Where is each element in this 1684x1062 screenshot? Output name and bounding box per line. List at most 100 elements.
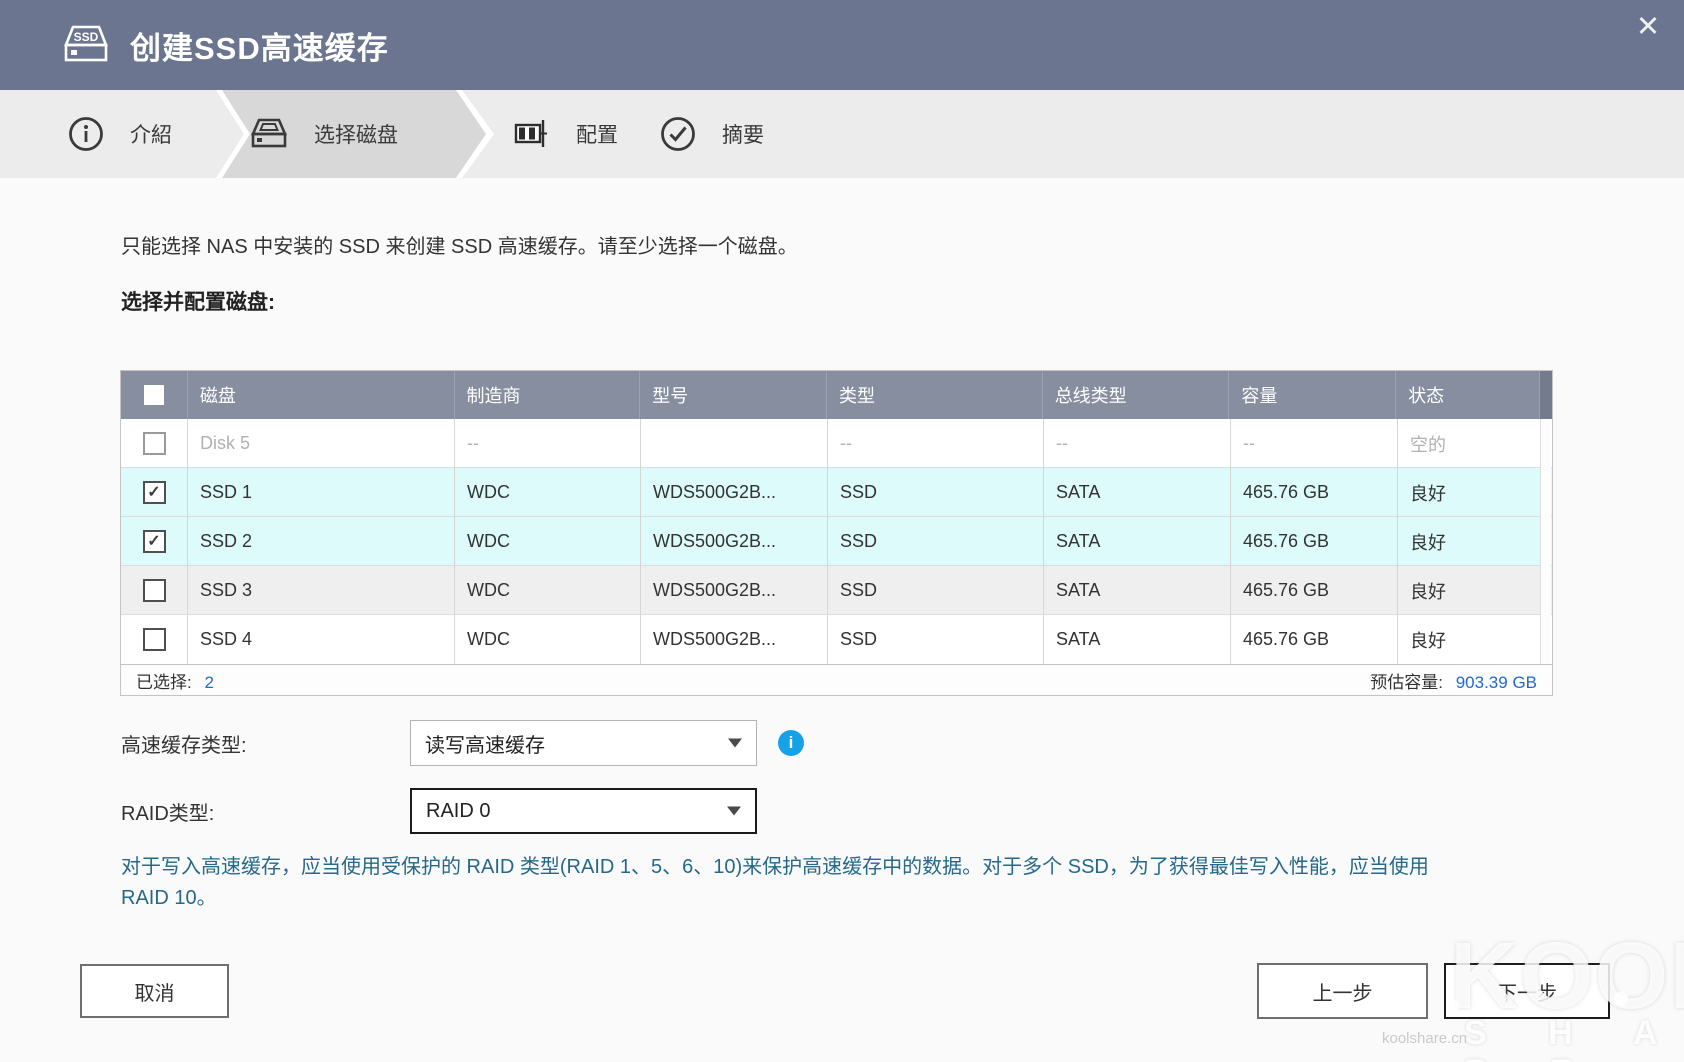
info-icon[interactable]: i xyxy=(778,730,804,756)
cache-type-value: 读写高速缓存 xyxy=(425,729,545,758)
cell-disk: Disk 5 xyxy=(188,419,455,468)
checkbox-checked: ✓ xyxy=(143,481,166,504)
watermark-dot xyxy=(1614,992,1628,1006)
cell-capacity: 465.76 GB xyxy=(1231,615,1398,664)
step-configure[interactable]: 配置 xyxy=(510,90,618,178)
cell-status: 良好 xyxy=(1398,517,1542,566)
table-scrollbar[interactable] xyxy=(1540,419,1551,664)
cell-disk: SSD 2 xyxy=(188,517,455,566)
cell-status: 良好 xyxy=(1398,468,1542,517)
cell-capacity: 465.76 GB xyxy=(1231,468,1398,517)
disk-table: 磁盘 制造商 型号 类型 总线类型 容量 状态 Disk 5--------空的… xyxy=(120,370,1553,696)
check-circle-icon xyxy=(658,114,698,154)
cancel-button[interactable]: 取消 xyxy=(80,964,229,1018)
cell-type: SSD xyxy=(828,517,1044,566)
table-row[interactable]: ✓SSD 2WDCWDS500G2B...SSDSATA465.76 GB良好 xyxy=(121,517,1552,566)
section-heading: 选择并配置磁盘: xyxy=(121,286,275,316)
cell-bus: -- xyxy=(1044,419,1231,468)
cell-model: WDS500G2B... xyxy=(641,566,828,615)
ssd-cache-wizard-dialog: SSD 创建SSD高速缓存 ✕ 介紹 选择 xyxy=(0,0,1684,1062)
cell-vendor: WDC xyxy=(455,468,641,517)
checkbox-unchecked xyxy=(143,579,166,602)
cell-bus: SATA xyxy=(1044,468,1231,517)
step-intro[interactable]: 介紹 xyxy=(66,90,172,178)
cell-model: WDS500G2B... xyxy=(641,615,828,664)
cell-disk: SSD 1 xyxy=(188,468,455,517)
wizard-steps: 介紹 选择磁盘 配置 xyxy=(0,90,1684,178)
chevron-down-icon xyxy=(727,807,741,816)
cell-type: -- xyxy=(828,419,1044,468)
cell-disk: SSD 4 xyxy=(188,615,455,664)
dialog-title: 创建SSD高速缓存 xyxy=(130,23,389,68)
cell-capacity: 465.76 GB xyxy=(1231,517,1398,566)
cell-type: SSD xyxy=(828,468,1044,517)
step-select-disks[interactable]: 选择磁盘 xyxy=(248,90,398,178)
checkbox-unchecked xyxy=(143,432,166,455)
checkbox-unchecked xyxy=(143,628,166,651)
previous-button[interactable]: 上一步 xyxy=(1257,963,1428,1019)
table-footer: 已选择: 2 预估容量: 903.39 GB xyxy=(121,664,1552,695)
chevron-down-icon xyxy=(728,739,742,748)
estimate-value: 903.39 GB xyxy=(1456,673,1537,692)
checkbox-box xyxy=(144,385,164,405)
step-label: 配置 xyxy=(576,119,618,149)
step-label: 选择磁盘 xyxy=(314,119,398,149)
checkbox-checked: ✓ xyxy=(143,530,166,553)
table-row[interactable]: SSD 4WDCWDS500G2B...SSDSATA465.76 GB良好 xyxy=(121,615,1552,664)
cache-type-select[interactable]: 读写高速缓存 xyxy=(410,720,757,766)
selected-count: 已选择: 2 xyxy=(136,668,214,693)
cache-type-label: 高速缓存类型: xyxy=(121,720,247,766)
table-row[interactable]: Disk 5--------空的 xyxy=(121,419,1552,468)
cell-type: SSD xyxy=(828,566,1044,615)
cell-model xyxy=(641,419,828,468)
cell-vendor: WDC xyxy=(455,566,641,615)
drive-icon xyxy=(248,114,290,154)
row-checkbox[interactable]: ✓ xyxy=(121,468,188,517)
step-label: 介紹 xyxy=(130,119,172,149)
row-checkbox[interactable] xyxy=(121,419,188,468)
cell-capacity: 465.76 GB xyxy=(1231,566,1398,615)
select-all-checkbox[interactable] xyxy=(121,371,188,419)
estimate-label: 预估容量: xyxy=(1370,673,1443,692)
cell-vendor: WDC xyxy=(455,615,641,664)
raid-type-label: RAID类型: xyxy=(121,788,214,834)
watermark-share: S H A R E xyxy=(1464,1014,1684,1062)
next-button[interactable]: 下一步 xyxy=(1444,963,1610,1019)
row-checkbox[interactable] xyxy=(121,615,188,664)
col-bus[interactable]: 总线类型 xyxy=(1043,371,1230,419)
col-status[interactable]: 状态 xyxy=(1396,371,1540,419)
cell-status: 空的 xyxy=(1398,419,1542,468)
table-row[interactable]: ✓ SSD 1WDCWDS500G2B...SSDSATA465.76 GB良好 xyxy=(121,468,1552,517)
cell-model: WDS500G2B... xyxy=(641,468,828,517)
col-model[interactable]: 型号 xyxy=(640,371,827,419)
cell-vendor: -- xyxy=(455,419,641,468)
info-icon xyxy=(66,114,106,154)
cell-bus: SATA xyxy=(1044,615,1231,664)
col-disk[interactable]: 磁盘 xyxy=(188,371,455,419)
watermark-url: koolshare.cn xyxy=(1382,1030,1467,1047)
step-summary[interactable]: 摘要 xyxy=(658,90,764,178)
raid-icon xyxy=(510,114,552,154)
titlebar: SSD 创建SSD高速缓存 ✕ xyxy=(0,0,1684,90)
cell-status: 良好 xyxy=(1398,566,1542,615)
cell-disk: SSD 3 xyxy=(188,566,455,615)
col-type[interactable]: 类型 xyxy=(827,371,1043,419)
col-vendor[interactable]: 制造商 xyxy=(455,371,641,419)
raid-type-value: RAID 0 xyxy=(426,800,490,823)
row-checkbox[interactable] xyxy=(121,566,188,615)
step-label: 摘要 xyxy=(722,119,764,149)
intro-text: 只能选择 NAS 中安装的 SSD 来创建 SSD 高速缓存。请至少选择一个磁盘… xyxy=(121,230,798,259)
table-row[interactable]: SSD 3WDCWDS500G2B...SSDSATA465.76 GB良好 xyxy=(121,566,1552,615)
svg-text:SSD: SSD xyxy=(74,30,99,44)
table-header: 磁盘 制造商 型号 类型 总线类型 容量 状态 xyxy=(121,371,1552,419)
close-icon[interactable]: ✕ xyxy=(1628,6,1668,46)
estimated-capacity: 预估容量: 903.39 GB xyxy=(1370,668,1537,693)
col-capacity[interactable]: 容量 xyxy=(1229,371,1396,419)
cell-capacity: -- xyxy=(1231,419,1398,468)
cell-type: SSD xyxy=(828,615,1044,664)
cell-vendor: WDC xyxy=(455,517,641,566)
raid-type-select[interactable]: RAID 0 xyxy=(410,788,757,834)
selected-count-value: 2 xyxy=(204,673,213,692)
cell-status: 良好 xyxy=(1398,615,1542,664)
row-checkbox[interactable]: ✓ xyxy=(121,517,188,566)
